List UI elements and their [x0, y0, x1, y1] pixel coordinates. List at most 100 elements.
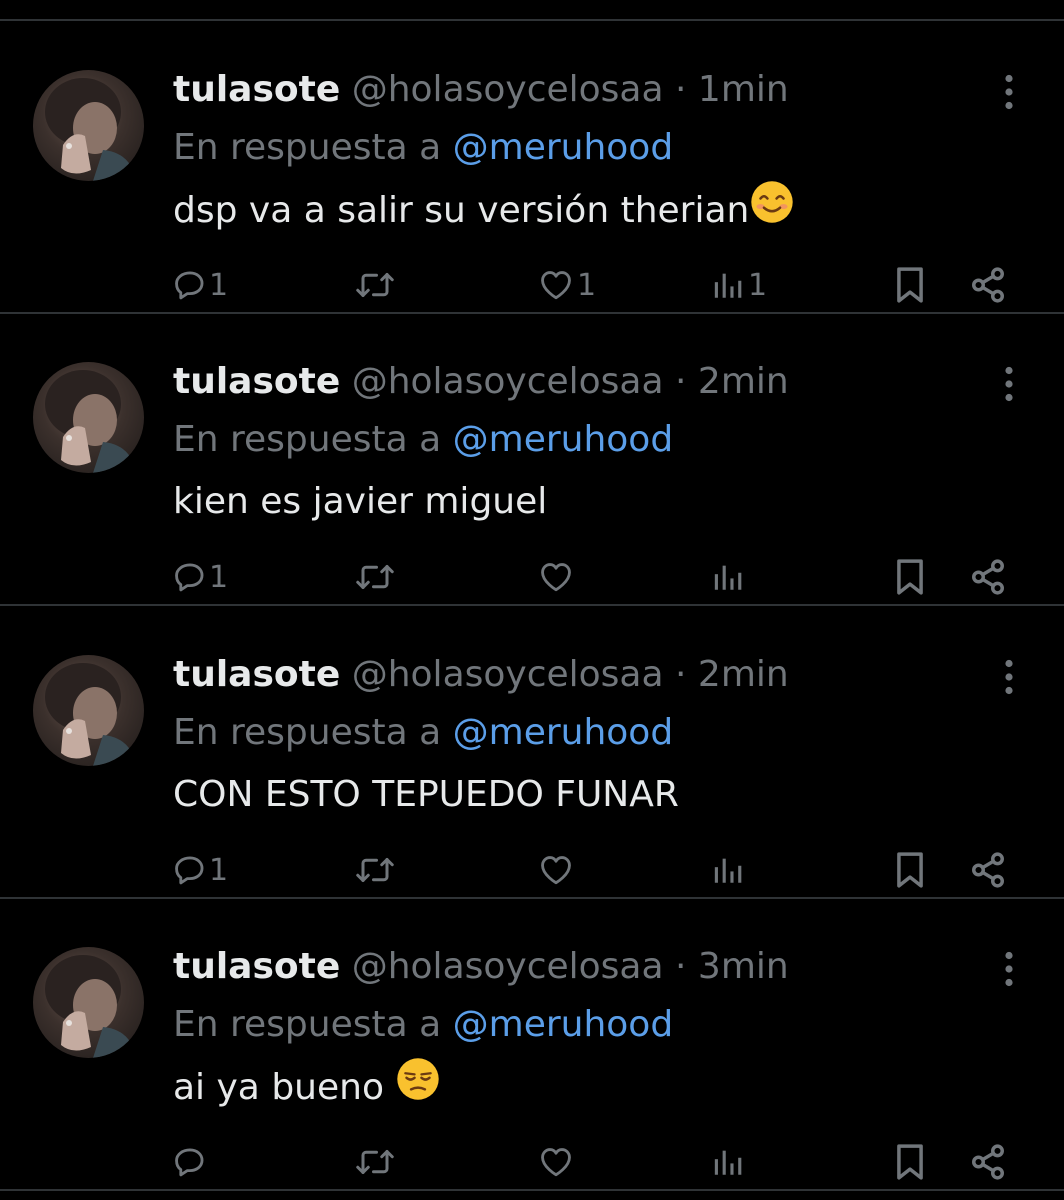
- reply-count: 1: [209, 852, 229, 888]
- unamused-face-icon: [395, 1056, 441, 1116]
- views-button[interactable]: [712, 553, 748, 601]
- view-count: 1: [748, 267, 768, 303]
- share-icon: [969, 558, 1007, 596]
- reply-mention-link[interactable]: @meruhood: [453, 419, 674, 460]
- views-icon: [712, 853, 746, 887]
- separator: ·: [675, 946, 687, 987]
- reply-button[interactable]: 1: [173, 553, 228, 601]
- timestamp[interactable]: 1min: [698, 69, 789, 110]
- tweet-text-content: kien es javier miguel: [173, 481, 548, 522]
- avatar[interactable]: [33, 362, 144, 473]
- timestamp[interactable]: 2min: [698, 361, 789, 402]
- tweet-text-content: CON ESTO TEPUEDO FUNAR: [173, 774, 679, 815]
- bookmark-button[interactable]: [894, 553, 926, 601]
- retweet-icon: [355, 559, 395, 595]
- views-icon: [712, 1145, 746, 1179]
- retweet-icon: [355, 852, 395, 888]
- views-icon: [712, 560, 746, 594]
- reply-context: En respuesta a @meruhood: [173, 415, 673, 465]
- like-button[interactable]: [537, 553, 577, 601]
- avatar[interactable]: [33, 70, 144, 181]
- reply-icon: [173, 1145, 207, 1179]
- reply-prefix: En respuesta a: [173, 419, 442, 460]
- like-button[interactable]: [537, 1138, 577, 1186]
- reply-button[interactable]: 1: [173, 846, 228, 894]
- tweet-header: tulasote @holasoycelosaa · 3min: [173, 942, 789, 992]
- reply-context: En respuesta a @meruhood: [173, 1000, 673, 1050]
- share-button[interactable]: [969, 553, 1007, 601]
- reply-icon: [173, 853, 207, 887]
- avatar[interactable]: [33, 655, 144, 766]
- views-button[interactable]: [712, 846, 748, 894]
- heart-icon: [537, 1145, 575, 1179]
- timestamp[interactable]: 2min: [698, 654, 789, 695]
- display-name[interactable]: tulasote: [173, 946, 340, 987]
- bookmark-icon: [894, 851, 926, 889]
- reply-count: 1: [209, 559, 229, 595]
- share-button[interactable]: [969, 1138, 1007, 1186]
- more-vertical-icon[interactable]: [994, 656, 1024, 698]
- reply-context: En respuesta a @meruhood: [173, 708, 673, 758]
- bookmark-button[interactable]: [894, 846, 926, 894]
- reply-button[interactable]: [173, 1138, 209, 1186]
- user-handle[interactable]: @holasoycelosaa: [352, 361, 664, 402]
- reply-mention-link[interactable]: @meruhood: [453, 1004, 674, 1045]
- bookmark-button[interactable]: [894, 261, 926, 309]
- heart-icon: [537, 560, 575, 594]
- retweet-button[interactable]: [355, 553, 397, 601]
- separator: ·: [675, 654, 687, 695]
- retweet-icon: [355, 1144, 395, 1180]
- views-icon: [712, 268, 746, 302]
- timeline-feed: tulasote @holasoycelosaa · 1min En respue…: [0, 0, 1064, 1200]
- views-button[interactable]: 1: [712, 261, 767, 309]
- share-button[interactable]: [969, 261, 1007, 309]
- reply-context: En respuesta a @meruhood: [173, 123, 673, 173]
- more-vertical-icon[interactable]: [994, 71, 1024, 113]
- user-handle[interactable]: @holasoycelosaa: [352, 654, 664, 695]
- share-button[interactable]: [969, 846, 1007, 894]
- bookmark-button[interactable]: [894, 1138, 926, 1186]
- timestamp[interactable]: 3min: [698, 946, 789, 987]
- like-button[interactable]: [537, 846, 577, 894]
- views-button[interactable]: [712, 1138, 748, 1186]
- tweet-text-content: ai ya bueno: [173, 1067, 396, 1108]
- reply-prefix: En respuesta a: [173, 1004, 442, 1045]
- user-handle[interactable]: @holasoycelosaa: [352, 946, 664, 987]
- reply-mention-link[interactable]: @meruhood: [453, 127, 674, 168]
- separator: ·: [675, 361, 687, 402]
- retweet-button[interactable]: [355, 1138, 397, 1186]
- like-button[interactable]: 1: [537, 261, 596, 309]
- reply-prefix: En respuesta a: [173, 712, 442, 753]
- share-icon: [969, 266, 1007, 304]
- avatar[interactable]: [33, 947, 144, 1058]
- tweet-header: tulasote @holasoycelosaa · 2min: [173, 650, 789, 700]
- display-name[interactable]: tulasote: [173, 361, 340, 402]
- display-name[interactable]: tulasote: [173, 654, 340, 695]
- heart-icon: [537, 853, 575, 887]
- share-icon: [969, 1143, 1007, 1181]
- separator: ·: [675, 69, 687, 110]
- tweet-header: tulasote @holasoycelosaa · 1min: [173, 65, 789, 115]
- reply-count: 1: [209, 267, 229, 303]
- tweet[interactable]: tulasote @holasoycelosaa · 2min En respue…: [0, 313, 1064, 606]
- retweet-button[interactable]: [355, 261, 397, 309]
- reply-mention-link[interactable]: @meruhood: [453, 712, 674, 753]
- retweet-icon: [355, 267, 395, 303]
- reply-prefix: En respuesta a: [173, 127, 442, 168]
- user-handle[interactable]: @holasoycelosaa: [352, 69, 664, 110]
- tweet[interactable]: tulasote @holasoycelosaa · 1min En respue…: [0, 21, 1064, 314]
- tweet[interactable]: tulasote @holasoycelosaa · 2min En respue…: [0, 606, 1064, 899]
- more-vertical-icon[interactable]: [994, 948, 1024, 990]
- reply-button[interactable]: 1: [173, 261, 228, 309]
- heart-icon: [537, 268, 575, 302]
- more-vertical-icon[interactable]: [994, 363, 1024, 405]
- bookmark-icon: [894, 1143, 926, 1181]
- bookmark-icon: [894, 266, 926, 304]
- tweet-text-content: dsp va a salir su versión therian: [173, 190, 750, 231]
- retweet-button[interactable]: [355, 846, 397, 894]
- like-count: 1: [577, 267, 597, 303]
- display-name[interactable]: tulasote: [173, 69, 340, 110]
- share-icon: [969, 851, 1007, 889]
- divider: [0, 1189, 1064, 1191]
- tweet[interactable]: tulasote @holasoycelosaa · 3min En respue…: [0, 898, 1064, 1191]
